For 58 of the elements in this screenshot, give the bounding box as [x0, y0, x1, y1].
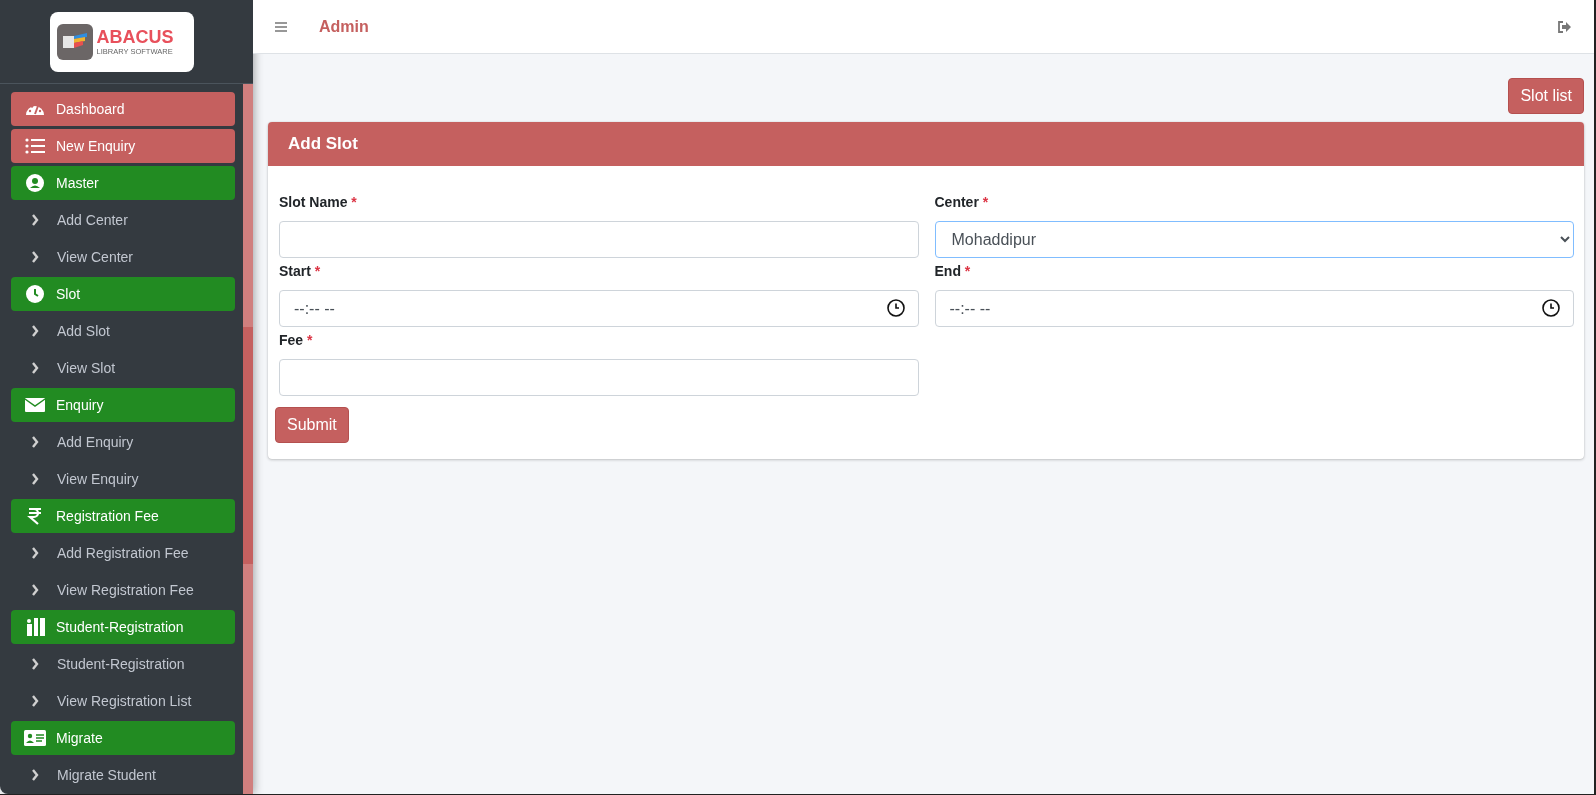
chevron-right-icon	[31, 325, 39, 337]
field-label: Slot Name *	[279, 194, 358, 210]
clock-icon[interactable]	[886, 299, 905, 317]
header-title: Admin	[319, 17, 369, 36]
sidebar-link[interactable]: Add Registration Fee	[11, 536, 235, 570]
time-field[interactable]: --:-- --	[934, 290, 1574, 327]
menu-icon[interactable]	[275, 21, 287, 32]
sidebar-item[interactable]: Master	[11, 166, 235, 200]
sidebar-link[interactable]: View Slot	[11, 351, 235, 385]
field-label: Center *	[934, 194, 990, 210]
sidebar-item[interactable]: Registration Fee	[11, 499, 235, 533]
envelope-icon	[24, 398, 46, 412]
card-title: Add Slot	[288, 134, 358, 154]
field-label: Start *	[279, 263, 322, 279]
person-board-icon	[24, 618, 46, 636]
chevron-right-icon	[31, 251, 39, 263]
sidebar-item[interactable]: Student-Registration	[11, 610, 235, 644]
sidebar-link[interactable]: View Registration List	[11, 684, 235, 718]
sidebar-link[interactable]: Add Slot	[11, 314, 235, 348]
sidebar-link[interactable]: Add Center	[11, 203, 235, 237]
scrollbar[interactable]	[243, 84, 253, 794]
sidebar-link[interactable]: Migrate Student	[11, 758, 235, 792]
sidebar-item[interactable]: Slot	[11, 277, 235, 311]
submit-button[interactable]: Submit	[275, 407, 349, 443]
chevron-right-icon	[31, 769, 39, 781]
chevron-right-icon	[31, 658, 39, 670]
input-field[interactable]	[279, 221, 919, 258]
sidebar-link[interactable]: View Center	[11, 240, 235, 274]
sidebar-item[interactable]: Enquiry	[11, 388, 235, 422]
clock-icon[interactable]	[1542, 299, 1560, 317]
sidebar-item[interactable]: New Enquiry	[11, 129, 235, 163]
list-icon	[24, 138, 46, 154]
field-label: Fee *	[279, 332, 314, 348]
chevron-right-icon	[31, 695, 39, 707]
book-logo-icon	[56, 23, 93, 60]
logout-icon[interactable]	[1558, 20, 1572, 33]
chevron-right-icon	[31, 473, 39, 485]
field-label: End *	[934, 263, 972, 279]
chevron-right-icon	[31, 547, 39, 559]
slot-list-button[interactable]: Slot list	[1508, 78, 1584, 114]
input-field[interactable]	[279, 359, 919, 396]
scrollbar-thumb[interactable]	[243, 327, 253, 564]
chevron-right-icon	[31, 214, 39, 226]
sidebar-link[interactable]: View Registration Fee	[11, 573, 235, 607]
sidebar-link[interactable]: Student-Registration	[11, 647, 235, 681]
chevron-right-icon	[31, 584, 39, 596]
time-field[interactable]: --:-- --	[279, 290, 919, 327]
center-select[interactable]: Mohaddipur	[934, 221, 1574, 258]
chevron-right-icon	[31, 362, 39, 374]
logo-title: ABACUS	[96, 27, 174, 47]
user-circle-icon	[24, 174, 46, 192]
sidebar-link[interactable]: View Enquiry	[11, 462, 235, 496]
clock-icon	[24, 285, 46, 303]
chevron-right-icon	[31, 436, 39, 448]
sidebar-link[interactable]: Add Enquiry	[11, 425, 235, 459]
sidebar-item[interactable]: Dashboard	[11, 92, 235, 126]
id-card-icon	[24, 730, 46, 746]
sidebar-item[interactable]: Migrate	[11, 721, 235, 755]
